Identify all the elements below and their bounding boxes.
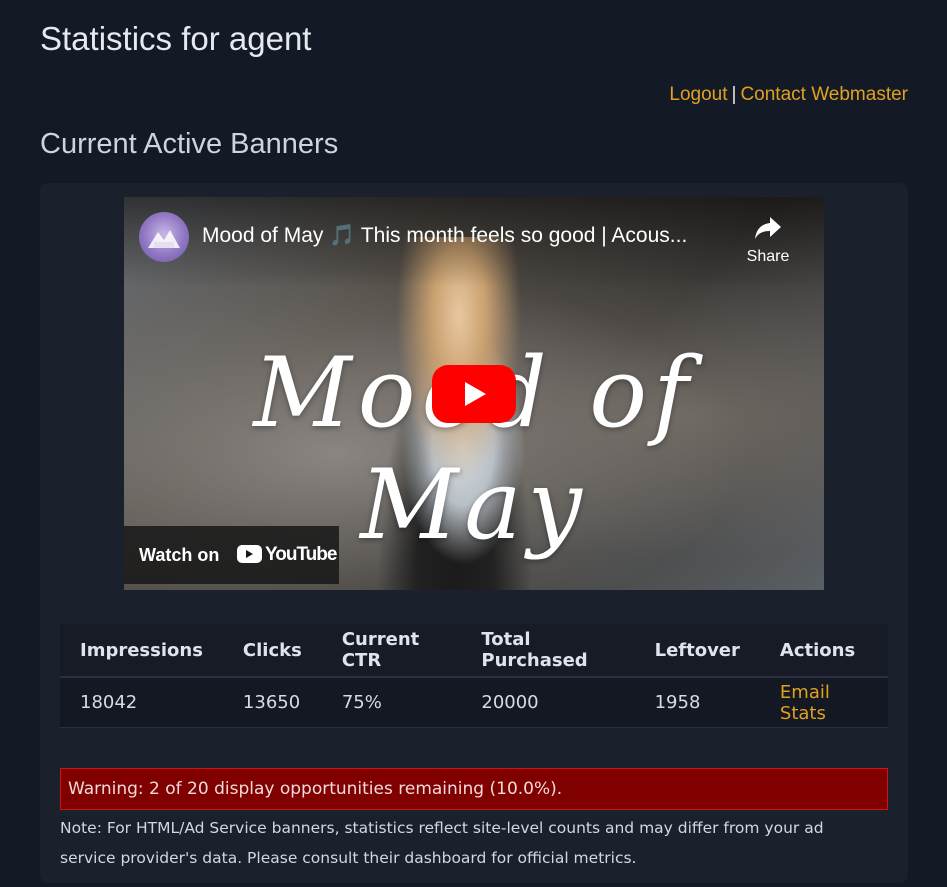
warning-text: Warning: 2 of 20 display opportunities r… <box>68 779 563 799</box>
note-text: Note: For HTML/Ad Service banners, stati… <box>60 819 824 867</box>
youtube-embed[interactable]: Mood of May 🎵 This month feels so good |… <box>124 197 824 590</box>
table-row: 18042 13650 75% 20000 1958 Email Stats <box>60 677 888 728</box>
youtube-wordmark: YouTube <box>265 544 337 565</box>
stats-table: Impressions Clicks Current CTR Total Pur… <box>60 624 888 728</box>
cell-leftover: 1958 <box>634 677 760 728</box>
cell-actions: Email Stats <box>759 677 888 728</box>
play-icon <box>465 382 486 406</box>
header-total-purchased: Total Purchased <box>461 624 635 678</box>
share-icon <box>755 217 781 239</box>
header-current-ctr: Current CTR <box>321 624 462 678</box>
video-title[interactable]: Mood of May 🎵 This month feels so good |… <box>202 224 732 248</box>
cell-impressions: 18042 <box>60 677 223 728</box>
cell-total-purchased: 20000 <box>461 677 635 728</box>
watch-on-youtube-button[interactable]: Watch on YouTube <box>124 526 339 584</box>
channel-avatar[interactable] <box>139 212 189 262</box>
cell-clicks: 13650 <box>222 677 322 728</box>
youtube-logo-icon <box>237 545 262 563</box>
share-label: Share <box>746 248 790 265</box>
mountain-icon <box>148 230 180 248</box>
email-stats-link[interactable]: Email Stats <box>780 682 830 724</box>
section-title: Current Active Banners <box>40 128 339 160</box>
warning-alert: Warning: 2 of 20 display opportunities r… <box>60 768 888 810</box>
logout-link[interactable]: Logout <box>669 84 727 105</box>
table-header-row: Impressions Clicks Current CTR Total Pur… <box>60 624 888 678</box>
top-links: Logout | Contact Webmaster <box>669 84 908 106</box>
contact-webmaster-link[interactable]: Contact Webmaster <box>740 84 908 105</box>
page-title: Statistics for agent <box>40 20 312 57</box>
link-separator: | <box>731 84 737 105</box>
header-actions: Actions <box>759 624 888 678</box>
banner-card: Mood of May 🎵 This month feels so good |… <box>40 183 908 883</box>
share-button[interactable]: Share <box>738 215 798 266</box>
watch-on-label: Watch on <box>139 545 220 565</box>
header-leftover: Leftover <box>634 624 760 678</box>
cell-ctr: 75% <box>321 677 462 728</box>
header-impressions: Impressions <box>60 624 223 678</box>
header-clicks: Clicks <box>222 624 322 678</box>
play-button[interactable] <box>432 365 516 423</box>
